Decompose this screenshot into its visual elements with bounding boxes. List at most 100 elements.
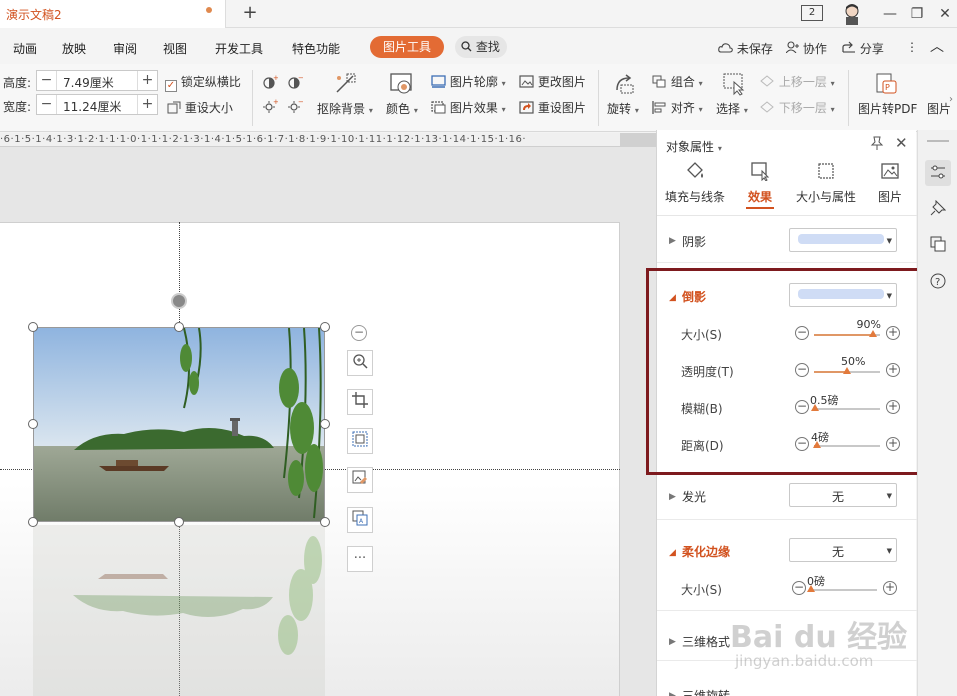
width-decrease-button[interactable]: −	[37, 95, 57, 114]
avatar[interactable]	[843, 3, 861, 25]
glow-expand-icon[interactable]: ▶	[669, 492, 676, 502]
search-button[interactable]: 查找	[455, 36, 507, 58]
soft-edge-collapse-icon[interactable]: ◢	[669, 548, 676, 558]
soft-edge-section-title[interactable]: 柔化边缘	[682, 543, 730, 560]
tab-picture[interactable]: 图片	[860, 161, 920, 205]
pin-pane-icon[interactable]	[870, 136, 884, 153]
properties-icon[interactable]	[925, 160, 951, 186]
tab-fill-and-line[interactable]: 填充与线条	[665, 161, 725, 205]
picture-to-text-button[interactable]: A	[347, 507, 373, 533]
align-button[interactable]: 对齐 ▾	[652, 99, 703, 116]
reduce-contrast-icon[interactable]: −	[287, 74, 304, 93]
ribbon-scroll-right-icon[interactable]: ›	[949, 94, 953, 105]
svg-text:?: ?	[935, 277, 940, 288]
smart-crop-button[interactable]	[347, 428, 373, 454]
add-contrast-icon[interactable]: +	[262, 74, 279, 93]
picture-more-button[interactable]: 图片	[927, 100, 951, 117]
3d-format-expand-icon[interactable]: ▶	[669, 637, 676, 647]
close-pane-button[interactable]: ✕	[895, 134, 908, 152]
resize-handle-left[interactable]	[28, 419, 38, 429]
pane-title[interactable]: 对象属性 ▾	[666, 138, 722, 155]
share-label: 分享	[859, 42, 884, 56]
rotate-handle[interactable]	[171, 293, 187, 309]
remove-background-button[interactable]: 抠除背景 ▾	[317, 100, 373, 117]
unsaved-label: 未保存	[736, 42, 773, 56]
menu-animation[interactable]: 动画	[13, 40, 37, 57]
3d-rotation-expand-icon[interactable]: ▶	[669, 691, 676, 696]
duplicate-icon[interactable]	[925, 232, 951, 258]
picture-to-pdf-button[interactable]: 图片转PDF	[858, 100, 917, 117]
tab-size-and-properties-label: 大小与属性	[795, 190, 856, 204]
resize-handle-right[interactable]	[320, 419, 330, 429]
height-input[interactable]: − 7.49厘米 +	[36, 70, 158, 91]
color-button[interactable]: 颜色 ▾	[386, 100, 418, 117]
pane-divider	[657, 262, 917, 263]
menu-slideshow[interactable]: 放映	[62, 40, 86, 57]
unsaved-button[interactable]: 未保存	[718, 40, 773, 57]
reset-picture-button[interactable]: 重设图片	[519, 99, 586, 116]
height-increase-button[interactable]: +	[137, 71, 157, 90]
tab-picture-tools[interactable]: 图片工具	[370, 36, 444, 58]
crop-button[interactable]	[347, 389, 373, 415]
help-icon[interactable]: ?	[925, 269, 951, 295]
reduce-brightness-icon[interactable]: −	[287, 98, 304, 117]
group-button[interactable]: 组合 ▾	[652, 73, 703, 90]
resize-handle-bottom[interactable]	[174, 517, 184, 527]
zoom-in-button[interactable]	[347, 350, 373, 376]
resize-handle-bottom-left[interactable]	[28, 517, 38, 527]
rotate-button[interactable]: 旋转 ▾	[607, 100, 639, 117]
close-window-button[interactable]: ✕	[935, 4, 955, 24]
tab-effects[interactable]: 效果	[730, 161, 790, 205]
bring-forward-button[interactable]: 上移一层 ▾	[760, 73, 835, 90]
menu-review[interactable]: 审阅	[113, 40, 137, 57]
glow-section-title[interactable]: 发光	[682, 488, 706, 505]
pin-icon[interactable]	[925, 196, 951, 222]
resize-handle-top[interactable]	[174, 322, 184, 332]
shadow-preset-dropdown[interactable]: ▼	[789, 228, 897, 252]
edit-picture-button[interactable]	[347, 467, 373, 493]
tab-size-and-properties[interactable]: 大小与属性	[795, 161, 857, 205]
resize-handle-top-left[interactable]	[28, 322, 38, 332]
selected-picture[interactable]	[33, 327, 325, 522]
collaborate-button[interactable]: 协作	[785, 40, 827, 57]
collapse-ribbon-button[interactable]: ︿	[930, 36, 944, 56]
new-tab-button[interactable]: +	[240, 3, 260, 23]
soft-edge-size-increase-button[interactable]: +	[883, 581, 897, 595]
picture-icon	[880, 163, 900, 184]
picture-to-text-icon: A	[352, 510, 368, 527]
soft-edge-size-decrease-button[interactable]: −	[792, 581, 806, 595]
add-brightness-icon[interactable]: +	[262, 98, 279, 117]
menu-features[interactable]: 特色功能	[292, 40, 340, 57]
title-bar: 演示文稿2 + 2 — ❐ ✕	[0, 0, 957, 28]
change-picture-button[interactable]: 更改图片	[519, 73, 586, 90]
document-tab[interactable]: 演示文稿2	[0, 0, 226, 28]
3d-rotation-section-title[interactable]: 三维旋转	[682, 687, 730, 696]
resize-handle-bottom-right[interactable]	[320, 517, 330, 527]
menu-developer[interactable]: 开发工具	[215, 40, 263, 57]
shadow-section-title[interactable]: 阴影	[682, 233, 706, 250]
soft-edge-size-slider[interactable]: 0磅	[807, 575, 877, 596]
resize-handle-top-right[interactable]	[320, 322, 330, 332]
width-input[interactable]: − 11.24厘米 +	[36, 94, 158, 115]
more-tools-button[interactable]: ···	[347, 546, 373, 572]
svg-text:+: +	[273, 98, 278, 106]
picture-outline-button[interactable]: 图片轮廓 ▾	[431, 73, 506, 90]
float-toolbar-collapse-button[interactable]: −	[351, 325, 367, 341]
more-options-button[interactable]: ⋮	[906, 40, 918, 54]
window-count-button[interactable]: 2	[801, 5, 823, 21]
reset-size-button[interactable]: 重设大小	[167, 99, 233, 116]
select-button[interactable]: 选择 ▾	[716, 100, 748, 117]
3d-format-section-title[interactable]: 三维格式	[682, 633, 730, 650]
glow-preset-dropdown[interactable]: 无 ▼	[789, 483, 897, 507]
height-decrease-button[interactable]: −	[37, 71, 57, 90]
minimize-button[interactable]: —	[880, 4, 900, 24]
picture-effect-button[interactable]: 图片效果 ▾	[431, 99, 506, 116]
lock-ratio-checkbox[interactable]: ✓ 锁定纵横比	[165, 73, 241, 92]
send-backward-button[interactable]: 下移一层 ▾	[760, 99, 835, 116]
share-button[interactable]: 分享	[842, 40, 884, 57]
restore-button[interactable]: ❐	[907, 4, 927, 24]
shadow-expand-icon[interactable]: ▶	[669, 236, 676, 246]
menu-view[interactable]: 视图	[163, 40, 187, 57]
soft-edge-preset-dropdown[interactable]: 无 ▼	[789, 538, 897, 562]
width-increase-button[interactable]: +	[137, 95, 157, 114]
